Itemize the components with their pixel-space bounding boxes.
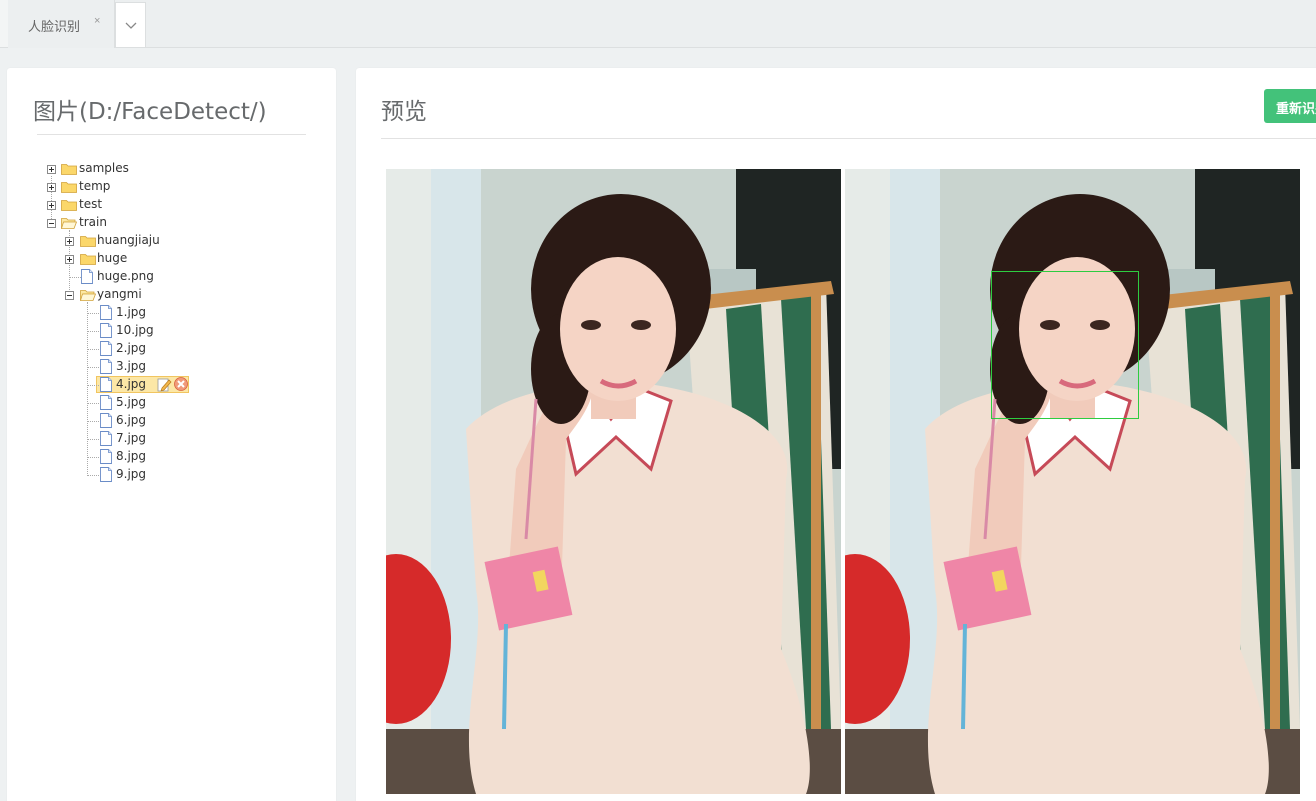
tree-guide-line bbox=[87, 349, 99, 350]
tree-guide-line bbox=[69, 277, 81, 278]
tree-guide-line bbox=[87, 403, 99, 404]
tree-guide-line bbox=[87, 367, 99, 368]
folder-open-icon bbox=[80, 290, 96, 301]
preview-divider bbox=[381, 138, 1316, 139]
original-image bbox=[386, 169, 841, 794]
preview-title: 预览 bbox=[381, 99, 427, 125]
file-icon bbox=[100, 467, 112, 482]
tree-label: test bbox=[79, 197, 103, 211]
folder-icon bbox=[61, 164, 77, 175]
tab-label: 人脸识别 bbox=[28, 20, 81, 35]
detected-face-box bbox=[991, 271, 1139, 419]
tree-label: 7.jpg bbox=[116, 431, 147, 445]
tab-bar-left-edge bbox=[0, 0, 8, 47]
tree-label: yangmi bbox=[97, 287, 142, 301]
re-recognize-button[interactable]: 重新识别 bbox=[1264, 89, 1316, 123]
image-tree-panel: 图片(D:/FaceDetect/) samples temp test tra… bbox=[7, 68, 336, 801]
tree-guide-line bbox=[87, 313, 99, 314]
tree-label: huangjiaju bbox=[97, 233, 160, 247]
expand-plus-icon[interactable] bbox=[65, 255, 74, 264]
tree-guide-line bbox=[87, 421, 99, 422]
folder-open-icon bbox=[61, 218, 77, 229]
chevron-down-icon bbox=[125, 22, 137, 29]
folder-icon bbox=[61, 182, 77, 193]
photo-illustration bbox=[386, 169, 841, 794]
file-icon bbox=[100, 359, 112, 374]
tree-panel-divider bbox=[37, 134, 306, 135]
file-icon bbox=[100, 431, 112, 446]
expand-plus-icon[interactable] bbox=[47, 165, 56, 174]
tree-label: 4.jpg bbox=[116, 377, 147, 391]
tree-label: train bbox=[79, 215, 107, 229]
preview-panel: 预览 重新识别 bbox=[356, 68, 1316, 801]
tree-label: samples bbox=[79, 161, 129, 175]
tree-label: 5.jpg bbox=[116, 395, 147, 409]
tree-guide-line bbox=[87, 302, 88, 474]
folder-icon bbox=[80, 236, 96, 247]
rename-icon[interactable] bbox=[156, 376, 172, 392]
tree-label: temp bbox=[79, 179, 111, 193]
file-icon bbox=[100, 323, 112, 338]
detected-image bbox=[845, 169, 1300, 794]
tree-label: 8.jpg bbox=[116, 449, 147, 463]
file-icon bbox=[100, 341, 112, 356]
tree-label: 6.jpg bbox=[116, 413, 147, 427]
file-icon bbox=[100, 413, 112, 428]
tree-label: 10.jpg bbox=[116, 323, 154, 337]
tab-dropdown-button[interactable] bbox=[115, 2, 146, 47]
folder-icon bbox=[80, 254, 96, 265]
tab-face-recognition[interactable]: 人脸识别 × bbox=[8, 0, 115, 48]
tree-panel-title: 图片(D:/FaceDetect/) bbox=[33, 99, 267, 125]
file-icon bbox=[81, 269, 93, 284]
file-icon bbox=[100, 305, 112, 320]
file-icon bbox=[100, 395, 112, 410]
tree-guide-line bbox=[87, 457, 99, 458]
tree-guide-line bbox=[87, 385, 99, 386]
collapse-minus-icon[interactable] bbox=[65, 291, 74, 300]
tree-guide-line bbox=[87, 439, 99, 440]
tab-close-icon[interactable]: × bbox=[94, 15, 100, 27]
tree-guide-line bbox=[87, 475, 99, 476]
collapse-minus-icon[interactable] bbox=[47, 219, 56, 228]
delete-icon[interactable] bbox=[173, 376, 189, 392]
tree-label: huge bbox=[97, 251, 128, 265]
tree-guide-line bbox=[87, 331, 99, 332]
file-icon bbox=[100, 449, 112, 464]
expand-plus-icon[interactable] bbox=[47, 183, 56, 192]
file-icon bbox=[100, 377, 112, 392]
photo-illustration bbox=[845, 169, 1300, 794]
tree-label: 9.jpg bbox=[116, 467, 147, 481]
tree-label: 2.jpg bbox=[116, 341, 147, 355]
expand-plus-icon[interactable] bbox=[47, 201, 56, 210]
tree-label: 1.jpg bbox=[116, 305, 147, 319]
expand-plus-icon[interactable] bbox=[65, 237, 74, 246]
tree-label: 3.jpg bbox=[116, 359, 147, 373]
tree-label: huge.png bbox=[97, 269, 154, 283]
tab-bar: 人脸识别 × bbox=[0, 0, 1316, 48]
folder-icon bbox=[61, 200, 77, 211]
